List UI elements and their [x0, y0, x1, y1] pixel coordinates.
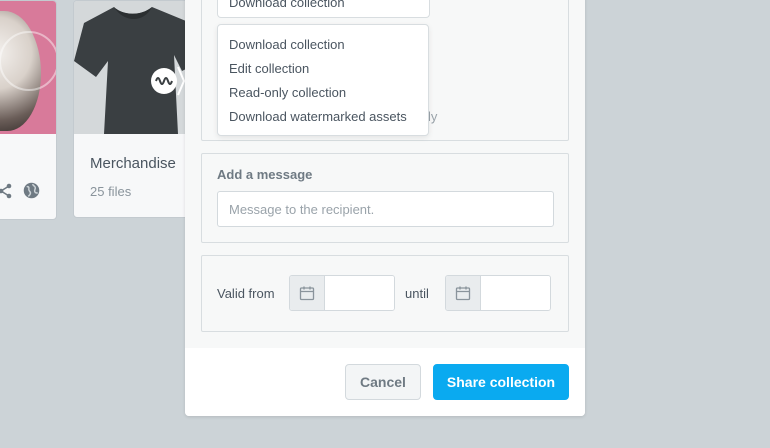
- collection-thumbnail: [0, 1, 56, 134]
- menu-item-edit-collection[interactable]: Edit collection: [218, 57, 428, 81]
- menu-item-download-watermarked-assets[interactable]: Download watermarked assets: [218, 105, 428, 129]
- until-label: until: [405, 286, 429, 301]
- message-label: Add a message: [217, 167, 313, 182]
- permission-dropdown-menu: Download collection Edit collection Read…: [217, 24, 429, 136]
- valid-from-date-picker[interactable]: [289, 275, 395, 311]
- dialog-footer: Cancel Share collection: [185, 348, 585, 416]
- card-actions: [0, 182, 40, 204]
- message-input[interactable]: [217, 191, 554, 227]
- dialog-body: Download collection ly Download collecti…: [185, 0, 585, 348]
- valid-until-date-picker[interactable]: [445, 275, 551, 311]
- share-collection-dialog: Download collection ly Download collecti…: [185, 0, 585, 416]
- message-panel: Add a message: [201, 153, 569, 243]
- share-icon[interactable]: [0, 183, 13, 204]
- validity-panel: Valid from until: [201, 255, 569, 332]
- card-file-count: 25 files: [90, 184, 132, 199]
- merchandise-thumbnail: [74, 1, 202, 134]
- valid-from-label: Valid from: [217, 286, 275, 301]
- permission-hint-text: ly: [428, 109, 438, 124]
- cancel-button[interactable]: Cancel: [345, 364, 421, 400]
- globe-icon[interactable]: [23, 182, 40, 204]
- share-collection-button[interactable]: Share collection: [433, 364, 569, 400]
- calendar-icon[interactable]: [290, 276, 325, 310]
- menu-item-read-only-collection[interactable]: Read-only collection: [218, 81, 428, 105]
- valid-until-input[interactable]: [481, 276, 550, 310]
- permission-select-value: Download collection: [229, 0, 345, 10]
- calendar-icon[interactable]: [446, 276, 481, 310]
- menu-item-download-collection[interactable]: Download collection: [218, 33, 428, 57]
- collection-card[interactable]: [0, 0, 57, 220]
- card-title: Merchandise: [90, 155, 176, 172]
- permission-select[interactable]: Download collection: [217, 0, 430, 18]
- valid-from-input[interactable]: [325, 276, 394, 310]
- collection-card-merchandise[interactable]: Merchandise 25 files: [73, 0, 203, 218]
